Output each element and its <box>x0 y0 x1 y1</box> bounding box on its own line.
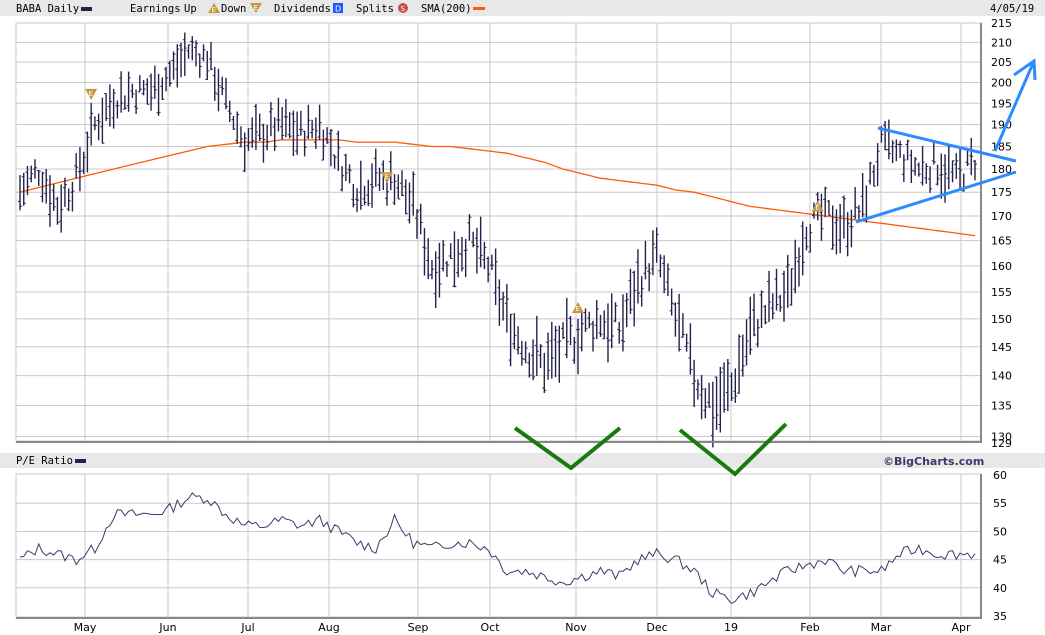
price-y-tick-label: 200 <box>991 76 1012 89</box>
breakout-arrow-head <box>1013 58 1037 81</box>
x-tick-label: 19 <box>724 621 738 634</box>
sma-legend-swatch <box>473 7 485 10</box>
pe-label: P/E Ratio <box>16 455 73 467</box>
pe-y-tick-label: 50 <box>993 525 1007 538</box>
stock-chart: BABA Daily Earnings Up E Down E Dividend… <box>0 0 1045 634</box>
pe-y-tick-label: 55 <box>993 497 1007 510</box>
dividends-label: Dividends <box>274 3 331 15</box>
price-y-tick-label: 170 <box>991 210 1012 223</box>
price-y-axis: 2152102052001951901851801751701651601551… <box>991 17 1012 450</box>
split-icon: S <box>398 3 408 13</box>
price-y-tick-label: 155 <box>991 286 1012 299</box>
price-y-tick-label: 185 <box>991 141 1012 154</box>
x-tick-label: Sep <box>408 621 429 634</box>
earnings-marker-letter: E <box>815 203 819 211</box>
pe-y-tick-label: 60 <box>993 469 1007 482</box>
price-y-tick-label: 140 <box>991 370 1012 383</box>
svg-text:E: E <box>212 6 216 14</box>
splits-label: Splits <box>356 3 394 15</box>
price-y-tick-label: 150 <box>991 313 1012 326</box>
price-y-tick-label: 215 <box>991 17 1012 30</box>
price-y-tick-label: 205 <box>991 56 1012 69</box>
brand-label: ©BigCharts.com <box>883 455 984 468</box>
x-tick-label: May <box>74 621 97 634</box>
earnings-down-label: Down <box>221 3 246 15</box>
x-tick-label: Dec <box>646 621 667 634</box>
sma-label: SMA(200) <box>421 3 472 15</box>
x-tick-label: Feb <box>800 621 819 634</box>
x-tick-label: Jun <box>158 621 176 634</box>
price-y-tick-label: 195 <box>991 97 1012 110</box>
pe-y-tick-label: 35 <box>993 610 1007 623</box>
x-tick-label: Mar <box>871 621 892 634</box>
svg-text:D: D <box>335 5 341 14</box>
dividend-icon: D <box>333 3 343 14</box>
svg-text:E: E <box>254 4 258 12</box>
earnings-marker-letter: E <box>385 173 389 181</box>
price-y-tick-label: 165 <box>991 235 1012 248</box>
pe-panel <box>15 473 982 618</box>
symbol-label: BABA Daily <box>16 3 79 15</box>
x-tick-label: Jul <box>240 621 254 634</box>
earnings-marker-letter: E <box>89 90 93 98</box>
svg-text:S: S <box>401 5 406 13</box>
pe-y-tick-label: 40 <box>993 582 1007 595</box>
price-y-tick-label: 135 <box>991 400 1012 413</box>
earnings-marker-letter: E <box>576 305 580 313</box>
x-axis: May Jun Jul Aug Sep Oct Nov Dec 19 Feb Mar Apr <box>74 621 971 634</box>
x-tick-label: Apr <box>951 621 971 634</box>
price-y-tick-label: 160 <box>991 260 1012 273</box>
price-y-tick-label: 129 <box>991 437 1012 450</box>
pe-y-axis: 60 55 50 45 40 35 <box>993 469 1007 623</box>
price-y-tick-label: 145 <box>991 341 1012 354</box>
x-tick-label: Oct <box>480 621 500 634</box>
x-tick-label: Nov <box>565 621 587 634</box>
price-y-tick-label: 175 <box>991 186 1012 199</box>
earnings-up-label: Up <box>184 3 197 15</box>
chart-date: 4/05/19 <box>990 3 1034 15</box>
pe-legend-swatch <box>75 459 86 463</box>
price-y-tick-label: 210 <box>991 36 1012 49</box>
price-legend-swatch <box>81 7 92 11</box>
earnings-label: Earnings <box>130 3 181 15</box>
x-tick-label: Aug <box>318 621 339 634</box>
pe-y-tick-label: 45 <box>993 554 1007 567</box>
